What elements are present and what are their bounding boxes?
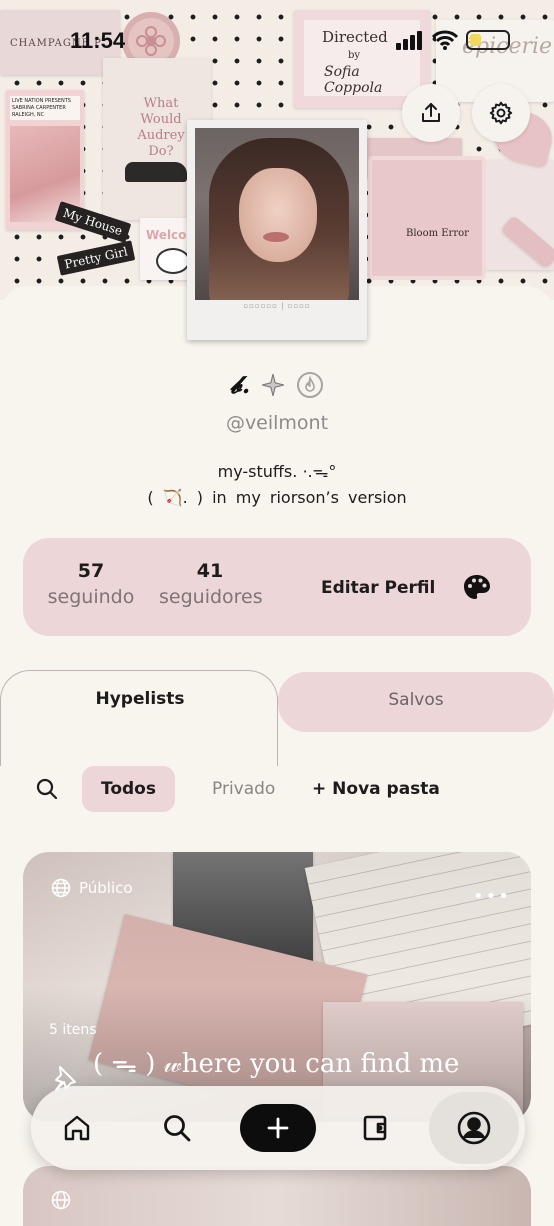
avatar[interactable]: ▫▫▫▫▫▫ | ▫▫▫▫ bbox=[187, 120, 367, 340]
bottom-nav bbox=[31, 1086, 525, 1170]
globe-icon bbox=[51, 878, 71, 898]
following-stat[interactable]: 57 seguindo bbox=[45, 560, 137, 608]
filter-all-chip[interactable]: Todos bbox=[82, 766, 175, 812]
nav-wallet[interactable] bbox=[351, 1104, 399, 1152]
new-folder-button[interactable]: + Nova pasta bbox=[312, 766, 440, 812]
flame-badge-icon bbox=[297, 371, 324, 398]
profile-name: 𝓫. bbox=[229, 370, 251, 399]
wallet-icon bbox=[363, 1115, 387, 1141]
share-button[interactable] bbox=[402, 84, 460, 142]
visibility-badge: Público bbox=[51, 878, 133, 898]
tab-salvos[interactable]: Salvos bbox=[278, 672, 554, 732]
profile-handle: @veilmont bbox=[225, 412, 329, 434]
bloom-error-card: Bloom Error bbox=[372, 160, 482, 276]
bio-line: ( 🏹. ) in my riorson’s version bbox=[147, 488, 407, 507]
filter-row: Todos Privado + Nova pasta bbox=[0, 766, 554, 812]
nav-home[interactable] bbox=[53, 1104, 101, 1152]
status-icons bbox=[396, 30, 510, 50]
search-icon bbox=[164, 1115, 191, 1142]
search-icon[interactable] bbox=[36, 778, 58, 800]
more-options-icon[interactable]: ••• bbox=[473, 886, 511, 907]
name-row: 𝓫. bbox=[0, 370, 554, 399]
nav-search[interactable] bbox=[153, 1104, 201, 1152]
home-icon bbox=[64, 1115, 90, 1141]
folder-item-count: 5 itens bbox=[49, 1022, 97, 1038]
tab-hypelists[interactable]: Hypelists bbox=[0, 670, 278, 766]
edit-profile-button[interactable]: Editar Perfil bbox=[321, 578, 435, 598]
palette-icon[interactable] bbox=[463, 574, 491, 600]
followers-count: 41 bbox=[196, 560, 224, 582]
wifi-icon bbox=[432, 30, 458, 50]
filter-private-chip[interactable]: Privado bbox=[212, 766, 275, 812]
signal-icon bbox=[396, 31, 422, 50]
gear-icon bbox=[489, 101, 513, 125]
nav-create-button[interactable] bbox=[240, 1104, 316, 1152]
nav-profile[interactable] bbox=[429, 1092, 519, 1164]
settings-button[interactable] bbox=[472, 84, 530, 142]
plus-icon bbox=[267, 1117, 289, 1139]
bio-line: my-stuffs. ⋅.ᯓ° bbox=[217, 462, 337, 481]
battery-icon bbox=[466, 30, 510, 50]
profile-icon bbox=[457, 1111, 491, 1145]
following-label: seguindo bbox=[47, 586, 135, 608]
street-sign: Pretty Girl bbox=[56, 240, 136, 276]
share-upload-icon bbox=[422, 103, 440, 122]
folder-title: ( ᯓ ) 𝓌here you can find me bbox=[93, 1049, 460, 1079]
hypelist-folder-card[interactable]: Público ••• 5 itens ( ᯓ ) 𝓌here you can … bbox=[23, 852, 531, 1122]
stats-card: 57 seguindo 41 seguidores Editar Perfil bbox=[23, 538, 531, 636]
hypelist-folder-card[interactable] bbox=[23, 1166, 531, 1226]
pin-icon bbox=[55, 1066, 76, 1091]
status-time: 11:54 bbox=[70, 28, 126, 53]
sparkle-star-icon bbox=[262, 373, 285, 396]
followers-label: seguidores bbox=[159, 586, 263, 608]
following-count: 57 bbox=[77, 560, 105, 582]
followers-stat[interactable]: 41 seguidores bbox=[159, 560, 263, 608]
globe-icon bbox=[51, 1190, 71, 1210]
